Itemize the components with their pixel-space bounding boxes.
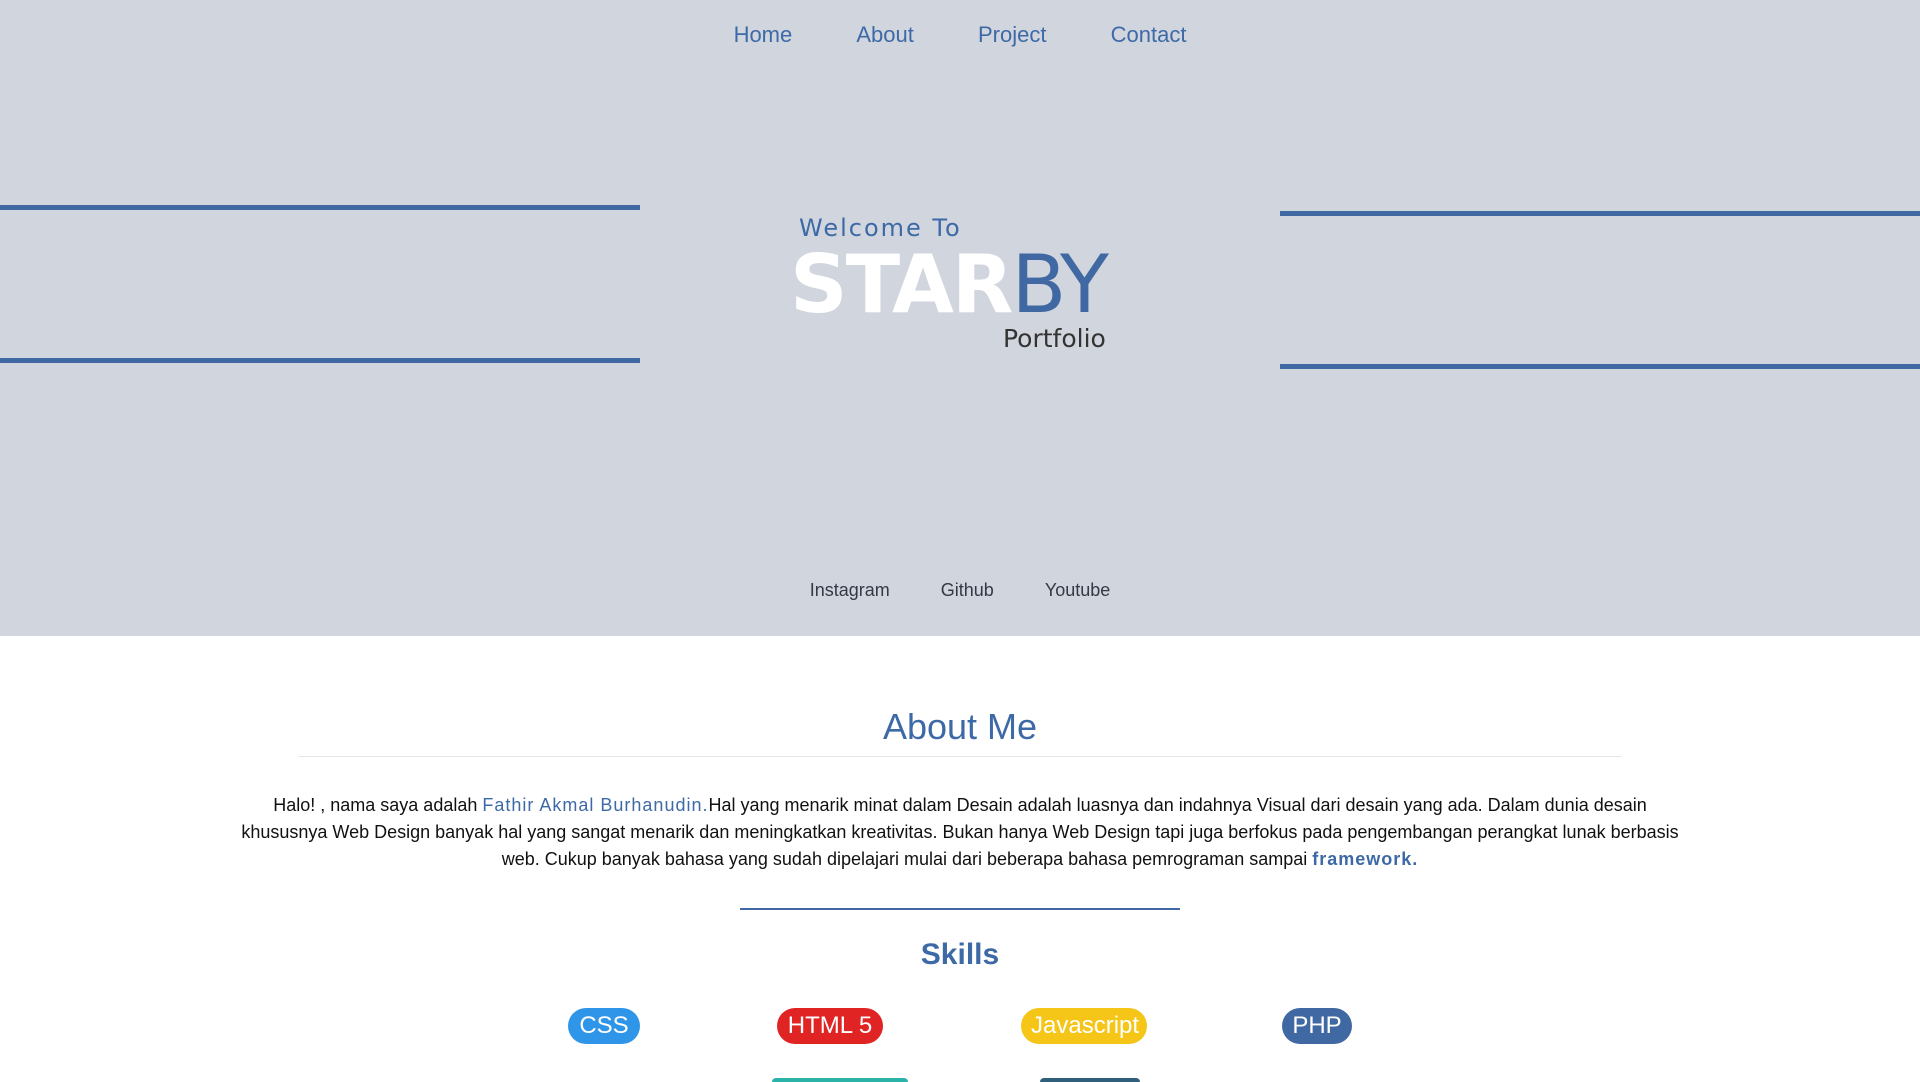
framework-text: framework. (1312, 849, 1419, 869)
social-links: Instagram Github Youtube (0, 580, 1920, 601)
skills-title: Skills (920, 938, 1000, 971)
logo-by-text: BY (1011, 238, 1109, 331)
nav-about-link[interactable]: About (856, 22, 914, 48)
about-divider (298, 756, 1622, 757)
github-link[interactable]: Github (941, 580, 994, 601)
partial-badge-teal (772, 1078, 908, 1082)
partial-badge-dark (1040, 1078, 1140, 1082)
hero-section: Home About Project Contact Welcome To ST… (0, 0, 1920, 636)
youtube-link[interactable]: Youtube (1045, 580, 1110, 601)
left-top-divider (0, 205, 640, 210)
logo-star-text: STAR (790, 238, 1013, 331)
nav-project-link[interactable]: Project (978, 22, 1046, 48)
right-top-divider (1280, 211, 1920, 216)
skill-badge-css: CSS 3 (568, 1008, 640, 1075)
portfolio-subtitle: Portfolio (1003, 324, 1106, 353)
starby-logo: STARBY (790, 238, 1109, 331)
skill-badge-php: PHP (1282, 1008, 1352, 1044)
skills-divider (740, 908, 1180, 910)
top-nav: Home About Project Contact (0, 22, 1920, 48)
about-paragraph: Halo! , nama saya adalah Fathir Akmal Bu… (236, 792, 1684, 873)
nav-home-link[interactable]: Home (734, 22, 793, 48)
about-title: About Me (882, 706, 1038, 747)
skill-badge-javascript: Javascript (1021, 1008, 1147, 1044)
nav-contact-link[interactable]: Contact (1111, 22, 1187, 48)
instagram-link[interactable]: Instagram (810, 580, 890, 601)
skill-badge-html: HTML 5 (777, 1008, 883, 1044)
author-name: Fathir Akmal Burhanudin. (482, 795, 709, 815)
about-intro: Halo! , nama saya adalah (273, 795, 483, 815)
right-bottom-divider (1280, 364, 1920, 369)
left-bottom-divider (0, 358, 640, 363)
